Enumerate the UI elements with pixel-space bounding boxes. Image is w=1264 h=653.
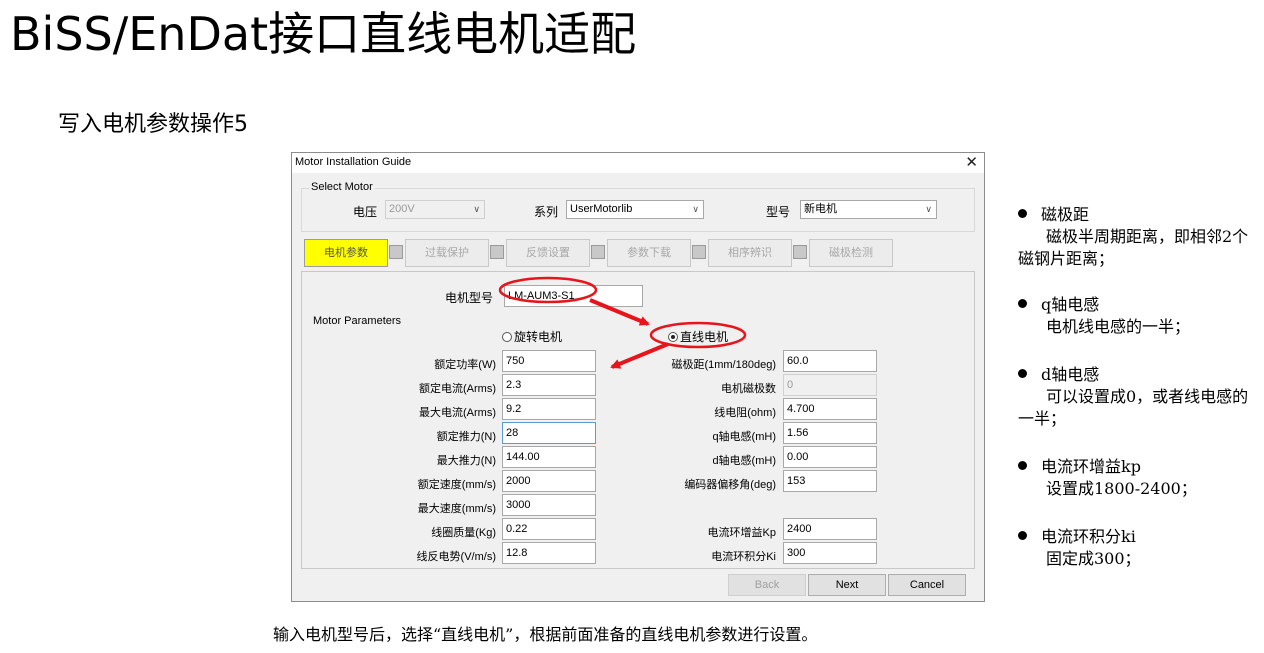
note-body: 固定成300；: [1046, 549, 1141, 568]
bullet-icon: [1018, 299, 1027, 308]
motor-model-label: 电机型号: [445, 291, 494, 305]
next-button[interactable]: Next: [808, 574, 886, 596]
param-label: 额定推力(N): [436, 431, 496, 443]
bullet-icon: [1018, 209, 1027, 218]
param-input[interactable]: 0.00: [783, 446, 877, 468]
series-value: UserMotorlib: [570, 203, 633, 215]
param-label: 额定速度(mm/s): [417, 479, 496, 491]
step-connector: [389, 245, 403, 259]
param-label: 最大电流(Arms): [419, 407, 496, 419]
param-label: 最大速度(mm/s): [417, 503, 496, 515]
select-motor-label: Select Motor: [309, 181, 375, 193]
param-input[interactable]: 28: [502, 422, 596, 444]
back-button[interactable]: Back: [728, 574, 806, 596]
note-item: 电流环积分ki 固定成300；: [1018, 526, 1258, 570]
radio-linear-motor[interactable]: 直线电机: [668, 328, 728, 345]
param-label: 电流环积分Ki: [711, 551, 776, 563]
note-head: 电流环增益kp: [1041, 457, 1141, 476]
param-input[interactable]: 2400: [783, 518, 877, 540]
chevron-down-icon: ∨: [692, 204, 699, 214]
step-overload[interactable]: 过载保护: [405, 239, 489, 267]
voltage-select[interactable]: 200V ∨: [385, 200, 485, 219]
dialog-title: Motor Installation Guide: [295, 156, 412, 168]
param-label: 额定功率(W): [434, 359, 496, 371]
param-input[interactable]: 60.0: [783, 350, 877, 372]
param-input[interactable]: 9.2: [502, 398, 596, 420]
model-label: 型号: [766, 205, 791, 219]
dialog-titlebar: Motor Installation Guide ✕: [292, 153, 984, 173]
chevron-down-icon: ∨: [925, 204, 932, 214]
param-input-disabled: 0: [783, 374, 877, 396]
param-input[interactable]: 12.8: [502, 542, 596, 564]
slide-subtitle: 写入电机参数操作5: [58, 112, 248, 137]
series-label: 系列: [534, 205, 559, 219]
close-icon[interactable]: ✕: [965, 153, 978, 173]
cancel-button[interactable]: Cancel: [888, 574, 966, 596]
note-body: 设置成1800-2400；: [1046, 479, 1197, 498]
note-item: 磁极距 磁极半周期距离，即相邻2个磁钢片距离；: [1018, 204, 1258, 270]
step-connector: [490, 245, 504, 259]
param-label: d轴电感(mH): [712, 455, 776, 467]
bullet-icon: [1018, 369, 1027, 378]
chevron-down-icon: ∨: [473, 204, 480, 214]
step-feedback[interactable]: 反馈设置: [506, 239, 590, 267]
param-label: 线圈质量(Kg): [431, 527, 496, 539]
note-item: d轴电感 可以设置成0，或者线电感的一半；: [1018, 364, 1258, 430]
model-value: 新电机: [804, 203, 837, 215]
step-param-download[interactable]: 参数下载: [607, 239, 691, 267]
model-select[interactable]: 新电机 ∨: [800, 200, 937, 219]
motor-model-input[interactable]: LM-AUM3-S1: [504, 285, 643, 307]
param-input[interactable]: 0.22: [502, 518, 596, 540]
note-head: q轴电感: [1041, 295, 1100, 314]
param-input[interactable]: 2000: [502, 470, 596, 492]
note-head: 磁极距: [1041, 205, 1090, 224]
param-label: 编码器偏移角(deg): [684, 479, 776, 491]
note-item: 电流环增益kp 设置成1800-2400；: [1018, 456, 1258, 500]
motor-params-label: Motor Parameters: [313, 315, 402, 327]
step-connector: [793, 245, 807, 259]
radio-circle-icon: [502, 332, 512, 342]
param-input[interactable]: 750: [502, 350, 596, 372]
slide-title: BiSS/EnDat接口直线电机适配: [10, 7, 637, 61]
step-connector: [692, 245, 706, 259]
note-item: q轴电感 电机线电感的一半；: [1018, 294, 1258, 338]
radio-linear-label: 直线电机: [680, 330, 729, 344]
slide-caption: 输入电机型号后，选择“直线电机”，根据前面准备的直线电机参数进行设置。: [273, 625, 818, 644]
note-head: 电流环积分ki: [1041, 527, 1136, 546]
param-input[interactable]: 144.00: [502, 446, 596, 468]
param-input[interactable]: 153: [783, 470, 877, 492]
param-label: 电流环增益Kp: [707, 527, 776, 539]
param-label: 线反电势(V/m/s): [416, 551, 496, 563]
param-label: 磁极距(1mm/180deg): [671, 359, 776, 371]
param-label: 最大推力(N): [436, 455, 496, 467]
step-pole-detect[interactable]: 磁极检测: [809, 239, 893, 267]
param-label: 线电阻(ohm): [714, 407, 776, 419]
note-head: d轴电感: [1041, 365, 1100, 384]
radio-rotary-motor[interactable]: 旋转电机: [502, 328, 562, 345]
param-label: q轴电感(mH): [712, 431, 776, 443]
step-connector: [591, 245, 605, 259]
param-input[interactable]: 1.56: [783, 422, 877, 444]
param-label: 额定电流(Arms): [419, 383, 496, 395]
param-label: 电机磁极数: [721, 383, 776, 395]
series-select[interactable]: UserMotorlib ∨: [566, 200, 704, 219]
param-input[interactable]: 3000: [502, 494, 596, 516]
note-body: 磁极半周期距离，即相邻2个磁钢片距离；: [1018, 227, 1249, 268]
note-body: 电机线电感的一半；: [1046, 317, 1191, 336]
bullet-icon: [1018, 531, 1027, 540]
voltage-label: 电压: [353, 205, 378, 219]
voltage-value: 200V: [389, 203, 415, 215]
radio-selected-icon: [668, 332, 678, 342]
param-input[interactable]: 2.3: [502, 374, 596, 396]
step-motor-params[interactable]: 电机参数: [304, 239, 388, 267]
param-input[interactable]: 300: [783, 542, 877, 564]
param-input[interactable]: 4.700: [783, 398, 877, 420]
bullet-icon: [1018, 461, 1027, 470]
radio-rotary-label: 旋转电机: [514, 330, 563, 344]
motor-installation-dialog: Motor Installation Guide ✕ Select Motor …: [291, 152, 985, 602]
note-body: 可以设置成0，或者线电感的一半；: [1018, 387, 1249, 428]
step-phase-identify[interactable]: 相序辨识: [708, 239, 792, 267]
